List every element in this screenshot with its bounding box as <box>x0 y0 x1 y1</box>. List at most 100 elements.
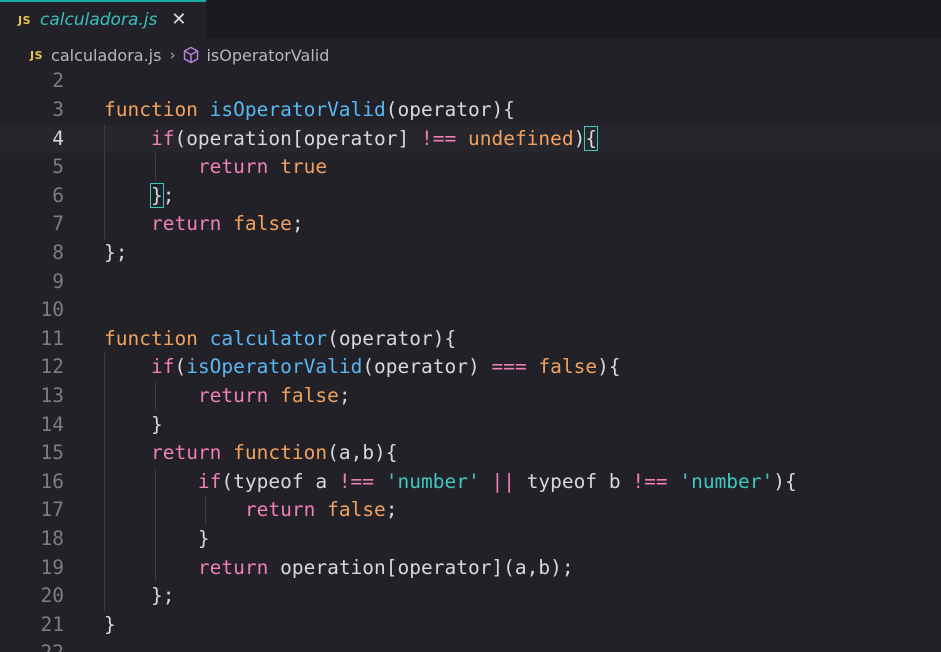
code-line[interactable]: 14 } <box>0 410 941 440</box>
line-number: 17 <box>40 498 64 522</box>
code-token: 'number' <box>679 469 774 493</box>
line-number: 8 <box>52 241 64 264</box>
tab-calculadora-js[interactable]: JS calculadora.js ✕ <box>0 0 206 38</box>
line-number: 16 <box>40 469 64 493</box>
matched-bracket: { <box>584 125 599 151</box>
code-line[interactable]: 2 <box>0 67 941 96</box>
line-number: 9 <box>52 269 64 293</box>
code-token: (operator) <box>362 355 492 379</box>
code-line[interactable]: 3 function isOperatorValid(operator){ <box>0 96 941 125</box>
method-cube-icon <box>182 46 200 64</box>
code-line[interactable]: 12 if(isOperatorValid(operator) === fals… <box>0 353 941 382</box>
code-editor[interactable]: 2 3 function isOperatorValid(operator){4 i… <box>0 69 941 652</box>
code-line[interactable]: 8}; <box>0 239 941 268</box>
code-token: === <box>491 355 527 379</box>
breadcrumb-file[interactable]: calculadora.js <box>51 46 161 65</box>
code-text: return true <box>104 153 327 182</box>
line-number: 21 <box>40 612 64 636</box>
code-line[interactable]: 5 return true <box>0 153 941 182</box>
code-line[interactable]: 13 return false; <box>0 382 941 411</box>
code-token: ) <box>573 126 586 150</box>
code-text: return false; <box>104 210 304 239</box>
code-line[interactable]: 15 return function(a,b){ <box>0 439 941 468</box>
code-text: }; <box>104 239 127 268</box>
code-line[interactable]: 20 }; <box>0 582 941 611</box>
code-text: return operation[operator](a,b); <box>104 554 574 583</box>
code-token: return <box>150 441 222 465</box>
code-token: return <box>197 384 269 407</box>
code-line[interactable]: 7 return false; <box>0 210 941 239</box>
line-number: 3 <box>52 98 64 121</box>
chevron-right-icon: › <box>169 46 176 64</box>
code-token: 'number' <box>385 469 480 493</box>
close-icon[interactable]: ✕ <box>171 11 186 29</box>
code-token: (operation[operator] <box>174 126 421 150</box>
code-text: } <box>104 611 116 640</box>
line-number: 19 <box>40 555 64 579</box>
line-number: 11 <box>40 326 64 350</box>
code-token: } <box>104 527 210 550</box>
code-token: ; <box>291 212 304 236</box>
line-number: 15 <box>40 441 64 465</box>
code-token: return <box>244 498 316 522</box>
code-token: isOperatorValid <box>209 98 386 121</box>
code-token: operation[operator](a,b); <box>268 555 574 579</box>
line-number: 7 <box>52 212 64 236</box>
code-line[interactable]: 16 if(typeof a !== 'number' || typeof b … <box>0 467 941 497</box>
code-token: return <box>197 555 269 579</box>
code-text: function isOperatorValid(operator){ <box>104 96 515 125</box>
code-token: calculator <box>209 326 328 350</box>
code-text: }; <box>104 182 174 211</box>
code-token: } <box>104 612 116 636</box>
tab-bar: JS calculadora.js ✕ <box>0 0 941 38</box>
code-line[interactable]: 6 }; <box>0 181 941 211</box>
line-number: 6 <box>52 183 64 207</box>
code-token: || <box>491 469 515 493</box>
code-token: undefined <box>467 126 574 150</box>
code-line[interactable]: 21} <box>0 611 941 640</box>
line-number: 5 <box>52 155 64 179</box>
line-number: 10 <box>40 298 64 322</box>
code-token: false <box>538 355 598 379</box>
code-line[interactable]: 22 <box>0 639 941 652</box>
code-line[interactable]: 10 <box>0 296 941 325</box>
code-token: }; <box>104 584 175 608</box>
code-token: (typeof a <box>221 469 339 493</box>
code-line[interactable]: 11 function calculator(operator){ <box>0 325 941 354</box>
code-token: ; <box>162 183 175 207</box>
js-file-icon: JS <box>30 48 44 62</box>
code-token: return <box>197 155 269 179</box>
code-text: } <box>104 525 210 554</box>
line-number: 13 <box>40 384 64 407</box>
code-token: ){ <box>773 469 797 493</box>
code-text: return false; <box>104 382 351 411</box>
code-line[interactable]: 18 } <box>0 525 941 554</box>
breadcrumb-symbol[interactable]: isOperatorValid <box>206 46 329 65</box>
code-token: (operator){ <box>385 98 515 121</box>
code-token: typeof b <box>514 469 633 493</box>
code-line[interactable]: 4 if(operation[operator] !== undefined){ <box>0 124 941 154</box>
code-token: } <box>104 412 163 436</box>
code-line[interactable]: 9 <box>0 268 941 297</box>
code-text: function calculator(operator){ <box>104 325 456 354</box>
code-line[interactable]: 17 return false; <box>0 496 941 525</box>
code-token: true <box>280 155 328 179</box>
code-token: }; <box>104 241 128 264</box>
line-number: 4 <box>52 126 64 150</box>
code-line[interactable]: 19 return operation[operator](a,b); <box>0 553 941 583</box>
code-text: if(isOperatorValid(operator) === false){ <box>104 353 621 382</box>
code-text: } <box>104 411 163 440</box>
code-token: if <box>150 126 175 150</box>
code-token: if <box>197 469 222 493</box>
matched-bracket: } <box>149 182 164 208</box>
line-number: 22 <box>0 639 64 652</box>
code-text: if(typeof a !== 'number' || typeof b !==… <box>104 468 797 497</box>
